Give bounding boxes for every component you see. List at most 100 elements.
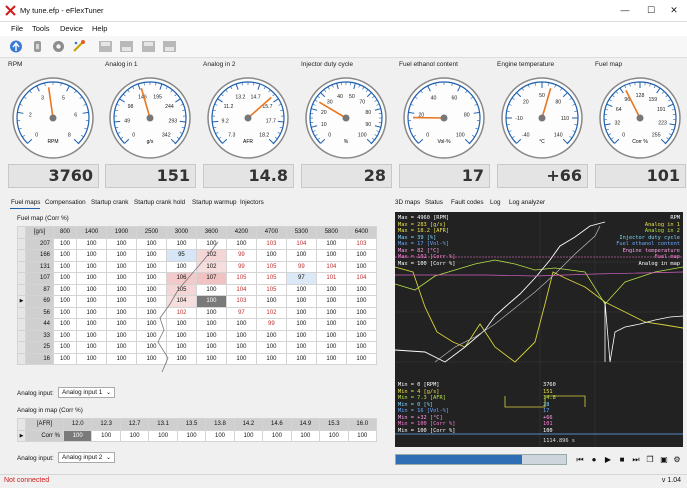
fuel-map-cell[interactable]: 100	[135, 237, 167, 250]
close-button[interactable]: ✕	[661, 2, 687, 18]
playback-progress[interactable]	[395, 454, 567, 465]
fuel-map-cell[interactable]: 100	[135, 295, 167, 308]
fuel-map-cell[interactable]: 97	[285, 272, 317, 285]
fuel-map-cell[interactable]: 100	[345, 249, 378, 262]
tab-log-analyzer[interactable]: Log analyzer	[509, 199, 545, 206]
tab-startup-crank-hold[interactable]: Startup crank hold	[134, 199, 185, 206]
fuel-map-cell[interactable]: 100	[285, 306, 317, 319]
minimize-button[interactable]: —	[612, 2, 638, 18]
fuel-map-cell[interactable]: 104	[315, 260, 347, 273]
fuel-map-cell[interactable]: 100	[285, 283, 317, 296]
fuel-map-cell[interactable]: 100	[165, 318, 197, 331]
fuel-map-cell[interactable]: 100	[255, 329, 287, 342]
row-selector[interactable]	[17, 272, 26, 285]
settings-icon[interactable]	[50, 39, 67, 54]
analog-input-1-select[interactable]: Analog input 1 ⌄	[58, 387, 115, 398]
disconnect-icon[interactable]	[29, 39, 46, 54]
record-icon[interactable]: ●	[589, 454, 599, 465]
fuel-map-cell[interactable]: 100	[53, 341, 77, 354]
fuel-map-cell[interactable]: 105	[255, 283, 287, 296]
tab-fuel-maps[interactable]: Fuel maps	[11, 199, 40, 206]
menu-file[interactable]: File	[11, 24, 23, 33]
play-icon[interactable]: ▶	[603, 454, 613, 465]
fuel-map-cell[interactable]: 99	[285, 260, 317, 273]
fuel-map-cell[interactable]: 105	[255, 260, 287, 273]
fuel-map-cell[interactable]: 100	[53, 318, 77, 331]
fuel-map-cell[interactable]: 100	[255, 249, 287, 262]
analog-map-cell[interactable]: 100	[205, 429, 235, 442]
fuel-map-cell[interactable]: 100	[285, 341, 317, 354]
fuel-map-cell[interactable]: 100	[315, 352, 347, 365]
row-selector[interactable]: ▶	[17, 429, 26, 442]
fuel-map-cell[interactable]: 100	[105, 306, 137, 319]
analog-map-cell[interactable]: 100	[62, 429, 93, 442]
fuel-map-cell[interactable]: 100	[165, 341, 197, 354]
fuel-map-cell[interactable]: 103	[255, 237, 287, 250]
load-icon[interactable]	[118, 39, 135, 54]
wizard-icon[interactable]	[71, 39, 88, 54]
fuel-map-cell[interactable]: 100	[345, 341, 378, 354]
analog-map-table[interactable]: [AFR] 12.0 12.3 12.7 13.1 13.5 13.8 14.2 14.6 14.…	[17, 418, 378, 442]
fuel-map-cell[interactable]: 100	[105, 341, 137, 354]
fuel-map-cell[interactable]: 100	[165, 260, 197, 273]
analog-map-cell[interactable]: 100	[91, 429, 121, 442]
fuel-map-cell[interactable]: 100	[135, 329, 167, 342]
tab-startup-crank[interactable]: Startup crank	[91, 199, 128, 206]
tab-compensation[interactable]: Compensation	[45, 199, 86, 206]
fuel-map-cell[interactable]: 99	[225, 260, 257, 273]
row-selector[interactable]	[17, 318, 26, 331]
tab-injectors[interactable]: Injectors	[240, 199, 264, 206]
fuel-map-cell[interactable]: 103	[225, 295, 257, 308]
row-selector[interactable]	[17, 352, 26, 365]
fuel-map-cell[interactable]: 105	[165, 283, 197, 296]
save-icon[interactable]	[97, 39, 114, 54]
fuel-map-cell[interactable]: 100	[76, 352, 107, 365]
fuel-map-cell[interactable]: 100	[76, 329, 107, 342]
fuel-map-cell[interactable]: 100	[345, 352, 378, 365]
fuel-map-cell[interactable]: 105	[225, 272, 257, 285]
fuel-map-cell[interactable]: 100	[195, 352, 227, 365]
fuel-map-cell[interactable]: 100	[135, 341, 167, 354]
fuel-map-cell[interactable]: 104	[165, 295, 197, 308]
row-selector[interactable]	[17, 283, 26, 296]
fuel-map-cell[interactable]: 100	[285, 329, 317, 342]
fuel-map-cell[interactable]: 100	[315, 341, 347, 354]
open-file-icon[interactable]: ❐	[645, 454, 655, 465]
fuel-map-cell[interactable]: 100	[345, 295, 378, 308]
fuel-map-cell[interactable]: 99	[225, 249, 257, 262]
fuel-map-cell[interactable]: 100	[135, 318, 167, 331]
fuel-map-cell[interactable]: 100	[195, 306, 227, 319]
tab-fault-codes[interactable]: Fault codes	[451, 199, 484, 206]
fuel-map-cell[interactable]: 100	[255, 341, 287, 354]
fuel-map-cell[interactable]: 100	[105, 352, 137, 365]
row-selector[interactable]	[17, 306, 26, 319]
tab-log[interactable]: Log	[490, 199, 501, 206]
fuel-map-cell[interactable]: 100	[105, 272, 137, 285]
analog-map-cell[interactable]: 100	[262, 429, 292, 442]
fuel-map-cell[interactable]: 100	[315, 318, 347, 331]
menu-tools[interactable]: Tools	[32, 24, 50, 33]
fuel-map-cell[interactable]: 100	[285, 318, 317, 331]
row-selector[interactable]	[17, 249, 26, 262]
fuel-map-cell[interactable]: 100	[53, 260, 77, 273]
fuel-map-cell[interactable]: 100	[76, 237, 107, 250]
fuel-map-cell[interactable]: 100	[315, 237, 347, 250]
fuel-map-cell[interactable]: 95	[165, 249, 197, 262]
fuel-map-cell[interactable]: 100	[76, 306, 107, 319]
fuel-map-cell[interactable]: 100	[53, 283, 77, 296]
row-selector[interactable]	[17, 341, 26, 354]
menu-help[interactable]: Help	[92, 24, 107, 33]
fuel-map-cell[interactable]: 100	[345, 318, 378, 331]
import-icon[interactable]	[161, 39, 178, 54]
fuel-map-cell[interactable]: 100	[225, 237, 257, 250]
fuel-map-cell[interactable]: 100	[135, 352, 167, 365]
fuel-map-cell[interactable]: 100	[195, 341, 227, 354]
fuel-map-cell[interactable]: 100	[76, 249, 107, 262]
fuel-map-cell[interactable]: 100	[195, 237, 227, 250]
log-plot[interactable]: Max = 4960 [RPM] Max = 283 [g/s] Max = 18.…	[395, 212, 683, 447]
fuel-map-cell[interactable]: 104	[345, 272, 378, 285]
fuel-map-cell[interactable]: 100	[105, 283, 137, 296]
fuel-map-cell[interactable]: 100	[195, 318, 227, 331]
fuel-map-cell[interactable]: 100	[135, 260, 167, 273]
fuel-map-cell[interactable]: 100	[105, 237, 137, 250]
